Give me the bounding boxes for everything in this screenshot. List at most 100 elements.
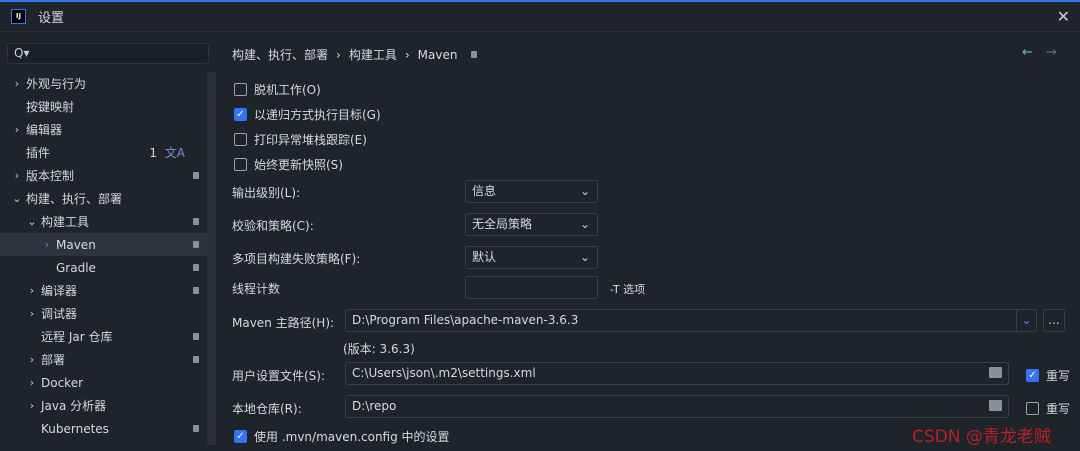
checkbox-icon: ✓ — [234, 430, 247, 443]
user-settings-input[interactable]: C:\Users\json\.m2\settings.xml — [345, 362, 1009, 385]
sidebar-item-label: 构建、执行、部署 — [26, 192, 123, 206]
dropdown-value: 默认 — [472, 250, 497, 264]
sidebar-item[interactable]: 插件 1 文A — [0, 141, 207, 164]
override-label: 重写 — [1046, 402, 1071, 416]
chevron-icon[interactable]: › — [26, 353, 38, 366]
breadcrumb-item[interactable]: 构建、执行、部署 — [232, 46, 328, 63]
sidebar-item[interactable]: › Maven — [0, 233, 207, 256]
sidebar-item[interactable]: 远程 Jar 仓库 — [0, 325, 207, 348]
breadcrumb-item: Maven — [417, 47, 458, 62]
chevron-down-icon: ⌄ — [579, 250, 590, 264]
option-checkbox[interactable]: ✓ 以递归方式执行目标(G) — [234, 106, 381, 123]
app-logo-icon: IJ — [11, 9, 26, 24]
settings-search-input[interactable]: Q▾ — [7, 43, 209, 64]
local-repo-label: 本地仓库(R): — [232, 402, 302, 416]
chevron-down-icon[interactable]: ⌄ — [1016, 310, 1036, 331]
chevron-icon[interactable]: ⌄ — [11, 192, 23, 205]
project-level-icon — [471, 51, 478, 58]
sidebar-item-label: 构建工具 — [41, 215, 90, 229]
forward-arrow-icon[interactable]: → — [1046, 45, 1057, 60]
chevron-icon[interactable]: › — [26, 284, 38, 297]
chevron-icon[interactable]: › — [11, 123, 23, 136]
folder-icon[interactable] — [989, 367, 1002, 378]
chevron-icon[interactable]: ⌄ — [26, 215, 38, 228]
sidebar-item[interactable]: Gradle — [0, 256, 207, 279]
chevron-icon[interactable]: › — [11, 77, 23, 90]
override-label: 重写 — [1046, 369, 1071, 383]
sidebar-item-label: 按键映射 — [26, 100, 75, 114]
sidebar-item[interactable]: › 版本控制 — [0, 164, 207, 187]
chevron-icon[interactable]: › — [26, 376, 38, 389]
sidebar-item-label: 版本控制 — [26, 169, 75, 183]
title-bar: IJ 设置 ✕ — [0, 2, 1080, 32]
translate-icon: 文A — [164, 146, 185, 160]
local-repo-value: D:\repo — [352, 399, 397, 413]
maven-version: (版本: 3.6.3) — [343, 342, 415, 356]
checkbox-icon — [234, 158, 247, 171]
checkbox-icon: ✓ — [234, 108, 247, 121]
checkbox-icon — [1026, 402, 1039, 415]
sidebar-item-label: 编译器 — [41, 284, 78, 298]
back-arrow-icon[interactable]: ← — [1022, 45, 1033, 60]
close-icon[interactable]: ✕ — [1057, 7, 1070, 26]
checkbox-label: 脱机工作(O) — [254, 83, 321, 97]
project-level-icon — [193, 172, 199, 179]
folder-icon[interactable] — [989, 400, 1002, 411]
project-level-icon — [193, 425, 199, 432]
dropdown[interactable]: 默认 ⌄ — [465, 246, 598, 269]
sidebar-scrollbar[interactable] — [207, 72, 216, 445]
sidebar-item[interactable]: › Java 分析器 — [0, 394, 207, 417]
sidebar-item-label: 插件 — [26, 146, 51, 160]
user-settings-value: C:\Users\json\.m2\settings.xml — [352, 366, 536, 380]
project-level-icon — [193, 356, 199, 363]
chevron-icon[interactable]: › — [26, 307, 38, 320]
project-level-icon — [193, 333, 199, 340]
breadcrumb: 构建、执行、部署 › 构建工具 › Maven — [232, 46, 478, 63]
search-icon: Q▾ — [14, 46, 30, 60]
local-repo-override-checkbox[interactable]: 重写 — [1026, 400, 1070, 417]
settings-tree: › 外观与行为 按键映射 › 编辑器 插件 1 文A › 版本控制 ⌄ 构建、执行、部署 ⌄ 构建工具 › M… — [0, 72, 207, 440]
sidebar-item-label: Docker — [41, 375, 84, 390]
sidebar-item[interactable]: Kubernetes — [0, 417, 207, 440]
option-checkbox[interactable]: 脱机工作(O) — [234, 81, 321, 98]
dropdown[interactable]: 无全局策略 ⌄ — [465, 213, 598, 236]
sidebar-item[interactable]: › 编辑器 — [0, 118, 207, 141]
checkbox-icon — [234, 133, 247, 146]
checkbox-label: 以递归方式执行目标(G) — [254, 108, 381, 122]
user-settings-label: 用户设置文件(S): — [232, 369, 326, 383]
use-mvn-config-checkbox[interactable]: ✓ 使用 .mvn/maven.config 中的设置 — [234, 428, 450, 445]
sidebar-item[interactable]: › 部署 — [0, 348, 207, 371]
maven-home-label: Maven 主路径(H): — [232, 316, 335, 330]
option-checkbox[interactable]: 始终更新快照(S) — [234, 156, 343, 173]
threads-input[interactable] — [465, 276, 598, 299]
window-title: 设置 — [38, 11, 65, 26]
dropdown[interactable]: 信息 ⌄ — [465, 180, 598, 203]
option-checkbox[interactable]: 打印异常堆栈跟踪(E) — [234, 131, 367, 148]
sidebar-item-label: 调试器 — [41, 307, 78, 321]
sidebar-item[interactable]: ⌄ 构建工具 — [0, 210, 207, 233]
sidebar-item[interactable]: ⌄ 构建、执行、部署 — [0, 187, 207, 210]
sidebar-item[interactable]: 按键映射 — [0, 95, 207, 118]
select-label: 多项目构建失败策略(F): — [232, 252, 361, 266]
sidebar-item-label: Gradle — [56, 260, 96, 275]
sidebar-item[interactable]: › Docker — [0, 371, 207, 394]
chevron-icon[interactable]: › — [41, 238, 53, 251]
sidebar-item-label: Java 分析器 — [41, 399, 107, 413]
sidebar-item-label: 部署 — [41, 353, 66, 367]
sidebar-item[interactable]: › 编译器 — [0, 279, 207, 302]
chevron-down-icon: ⌄ — [579, 184, 590, 198]
browse-button[interactable]: ... — [1043, 309, 1065, 332]
breadcrumb-item[interactable]: 构建工具 — [349, 46, 397, 63]
chevron-icon[interactable]: › — [11, 169, 23, 182]
sidebar-item[interactable]: › 调试器 — [0, 302, 207, 325]
maven-home-combobox[interactable]: D:\Program Files\apache-maven-3.6.3 ⌄ — [345, 309, 1037, 332]
chevron-down-icon: ⌄ — [579, 217, 590, 231]
select-label: 输出级别(L): — [232, 186, 301, 200]
threads-label: 线程计数 — [232, 282, 281, 296]
sidebar-item[interactable]: › 外观与行为 — [0, 72, 207, 95]
user-settings-override-checkbox[interactable]: ✓ 重写 — [1026, 367, 1070, 384]
chevron-icon[interactable]: › — [26, 399, 38, 412]
local-repo-input[interactable]: D:\repo — [345, 395, 1009, 418]
select-label: 校验和策略(C): — [232, 219, 314, 233]
dropdown-value: 信息 — [472, 184, 497, 198]
